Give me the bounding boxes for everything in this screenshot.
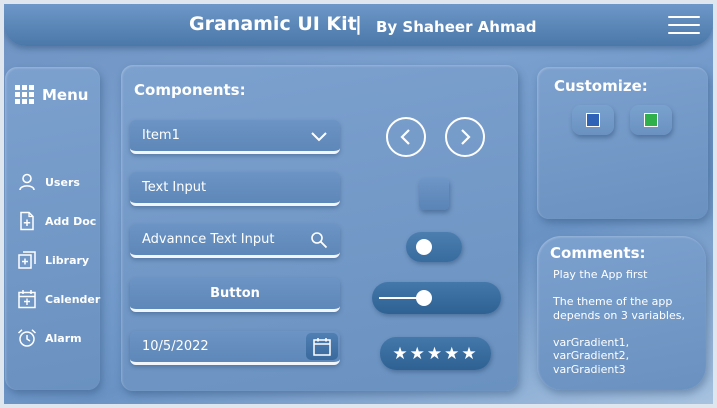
top-bar: Granamic UI Kit | By Shaheer Ahmad: [4, 4, 713, 46]
menu-item-alarm[interactable]: Alarm: [17, 328, 82, 348]
calendar-icon: [313, 337, 331, 356]
text-input[interactable]: Text Input: [130, 172, 340, 206]
date-input[interactable]: 10/5/2022: [130, 331, 340, 365]
advanced-text-input[interactable]: Advannce Text Input: [130, 224, 340, 258]
toggle-knob: [416, 239, 432, 255]
blue-swatch: [586, 113, 600, 127]
slider[interactable]: [372, 282, 501, 314]
components-title: Components:: [134, 81, 246, 99]
menu-item-label: Users: [45, 175, 80, 189]
calendar-icon: [18, 290, 36, 309]
green-swatch: [644, 113, 658, 127]
blue-theme-button[interactable]: [572, 105, 614, 135]
menu-item-library[interactable]: Library: [17, 250, 89, 270]
alarm-icon: [17, 329, 37, 347]
menu-item-label: Add Doc: [45, 214, 97, 228]
dropdown-select[interactable]: Item1: [130, 120, 340, 154]
comments-panel: Comments: Play the App first The theme o…: [537, 236, 706, 390]
comments-body: Play the App first The theme of the app …: [553, 268, 698, 376]
button-label: Button: [210, 286, 260, 301]
star-rating[interactable]: ★★★★★: [380, 337, 491, 370]
comment-line: Play the App first: [553, 268, 648, 281]
comment-line: The theme of the app: [553, 295, 673, 308]
menu-panel: Menu Users Add Doc Library Calender Alar…: [5, 67, 100, 390]
advanced-input-value: Advannce Text Input: [142, 232, 275, 247]
menu-header: Menu: [15, 85, 88, 104]
dropdown-value: Item1: [142, 128, 180, 143]
menu-title: Menu: [42, 85, 89, 104]
add-document-icon: [20, 211, 34, 231]
user-icon: [19, 173, 35, 191]
comment-line: varGradient3: [553, 362, 626, 376]
text-input-value: Text Input: [142, 180, 207, 195]
hamburger-menu-icon[interactable]: [668, 16, 700, 36]
author-label: By Shaheer Ahmad: [376, 18, 537, 36]
date-picker-button[interactable]: [306, 333, 338, 360]
comment-line: varGradient2,: [553, 349, 630, 362]
green-theme-button[interactable]: [630, 105, 672, 135]
slider-fill: [379, 297, 420, 299]
menu-item-calender[interactable]: Calender: [17, 289, 100, 309]
rating-stars: ★★★★★: [392, 343, 479, 364]
library-icon: [18, 251, 36, 269]
slider-thumb[interactable]: [415, 290, 432, 306]
chevron-right-icon: [461, 129, 471, 145]
date-value: 10/5/2022: [142, 339, 209, 354]
menu-item-label: Calender: [45, 292, 101, 306]
primary-button[interactable]: Button: [130, 278, 340, 312]
components-panel: Components: Item1 Text Input Advannce Te…: [121, 65, 518, 391]
menu-item-label: Alarm: [45, 331, 82, 345]
menu-item-add-doc[interactable]: Add Doc: [17, 211, 96, 231]
comment-line: varGradient1,: [553, 335, 630, 349]
next-button[interactable]: [445, 117, 485, 157]
comment-line: depends on 3 variables,: [553, 308, 685, 322]
previous-button[interactable]: [386, 117, 426, 157]
title-separator: |: [355, 13, 362, 35]
chevron-down-icon: [311, 131, 327, 141]
grid-icon: [15, 85, 34, 104]
app-title: Granamic UI Kit: [189, 13, 357, 35]
toggle-switch[interactable]: [406, 232, 462, 262]
menu-item-label: Library: [45, 253, 90, 267]
menu-item-users[interactable]: Users: [17, 172, 80, 192]
square-button[interactable]: [419, 178, 449, 210]
app-canvas: Granamic UI Kit | By Shaheer Ahmad Menu …: [4, 4, 713, 404]
customize-panel: Customize:: [537, 67, 708, 219]
customize-title: Customize:: [554, 77, 648, 95]
comments-title: Comments:: [550, 244, 646, 262]
search-icon[interactable]: [310, 231, 328, 249]
chevron-left-icon: [400, 129, 410, 145]
